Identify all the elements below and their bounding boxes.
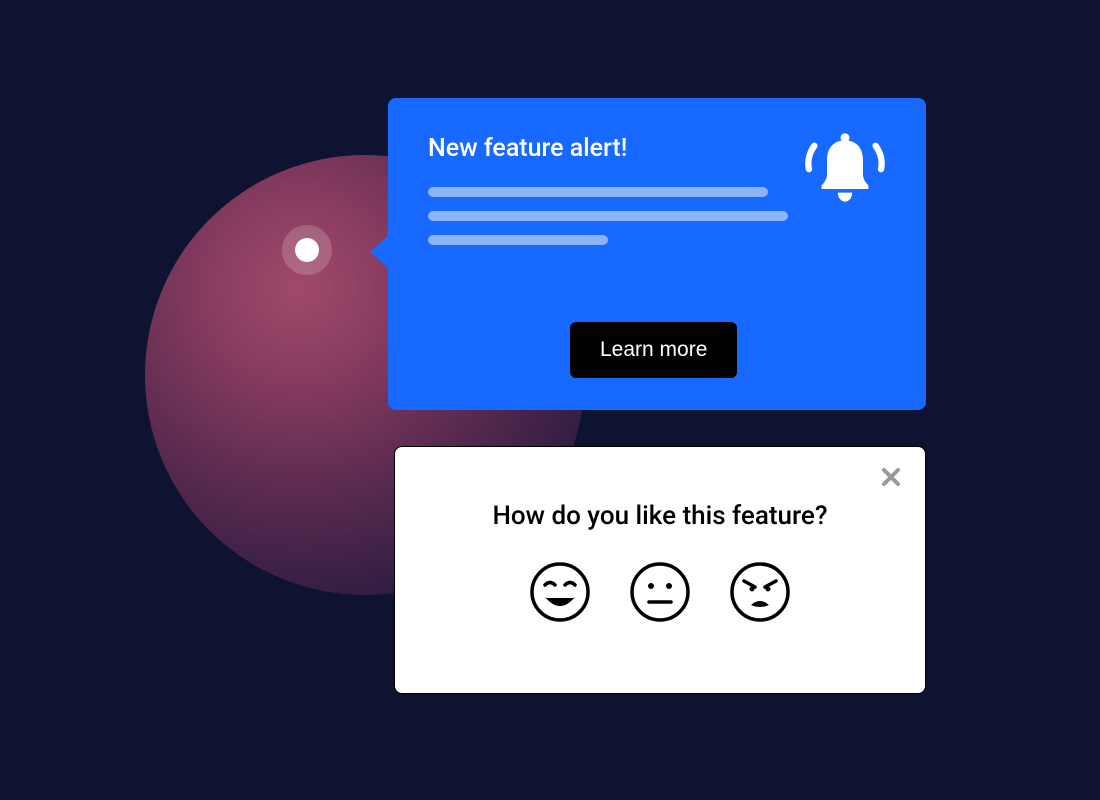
feedback-card: How do you like this feature? — [394, 446, 926, 694]
placeholder-line — [428, 235, 608, 245]
placeholder-line — [428, 211, 788, 221]
bell-icon — [800, 126, 890, 220]
placeholder-line — [428, 187, 768, 197]
tooltip-pointer — [370, 236, 388, 268]
close-icon — [879, 477, 903, 492]
close-button[interactable] — [875, 461, 907, 496]
emoji-happy-button[interactable] — [529, 561, 591, 626]
hotspot-dot — [295, 238, 319, 262]
learn-more-button[interactable]: Learn more — [570, 322, 737, 378]
angry-face-icon — [729, 611, 791, 626]
emoji-angry-button[interactable] — [729, 561, 791, 626]
feedback-title: How do you like this feature? — [423, 501, 897, 531]
happy-face-icon — [529, 611, 591, 626]
feature-alert-tooltip: New feature alert! Learn more — [388, 98, 926, 410]
hotspot-beacon[interactable] — [282, 225, 332, 275]
neutral-face-icon — [629, 611, 691, 626]
emoji-rating-row — [423, 561, 897, 626]
emoji-neutral-button[interactable] — [629, 561, 691, 626]
